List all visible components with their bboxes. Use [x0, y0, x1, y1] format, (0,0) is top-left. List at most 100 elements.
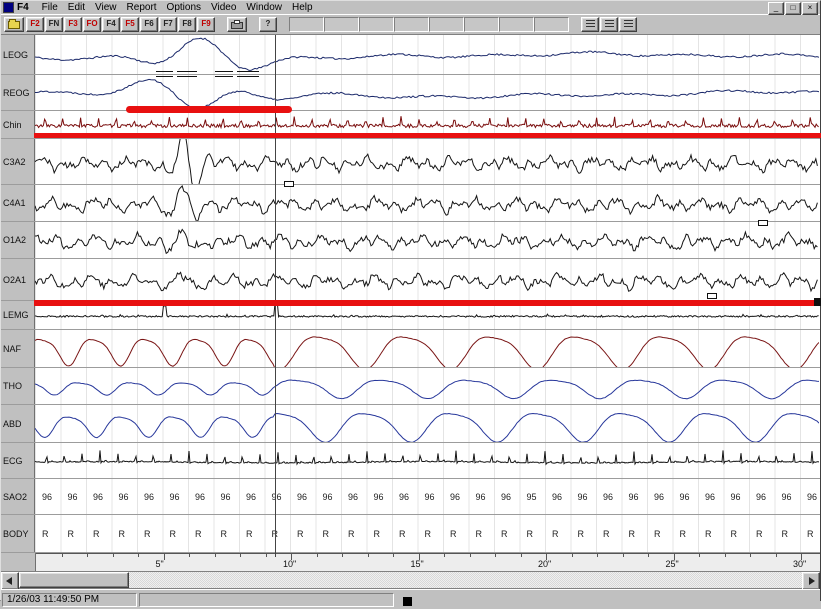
- help-button[interactable]: ?: [259, 17, 277, 32]
- view-button-3[interactable]: [619, 17, 637, 32]
- trace-body[interactable]: RRRRRRRRRRRRRRRRRRRRRRRRRRRRRRR: [35, 515, 820, 552]
- menu-edit[interactable]: Edit: [63, 2, 90, 13]
- close-button[interactable]: ×: [802, 2, 818, 15]
- toolbar-segment: [324, 17, 359, 32]
- channel-row-naf: NAF: [1, 330, 820, 368]
- fkey-button-f9[interactable]: F9: [197, 17, 215, 32]
- scrollbar-track[interactable]: [129, 572, 802, 588]
- trace-sao2[interactable]: 9696969696969696969696969696969696969695…: [35, 479, 820, 514]
- toolbar-segment: [394, 17, 429, 32]
- view-button-2[interactable]: [600, 17, 618, 32]
- sao2-value: 96: [374, 492, 384, 502]
- channel-label-reog: REOG: [1, 75, 35, 110]
- body-position-value: R: [170, 529, 177, 539]
- time-cursor[interactable]: [275, 35, 276, 557]
- sao2-value: 96: [782, 492, 792, 502]
- body-position-value: R: [807, 529, 814, 539]
- waveform-reog: [35, 75, 819, 110]
- trace-tho[interactable]: [35, 368, 820, 404]
- menu-help[interactable]: Help: [287, 2, 318, 13]
- sao2-value: 95: [527, 492, 537, 502]
- channel-row-sao2: SAO2969696969696969696969696969696969696…: [1, 479, 820, 515]
- trace-c4a1[interactable]: [35, 185, 820, 221]
- axis-tick-label: 10": [283, 559, 296, 569]
- channel-row-c3a2: C3A2: [1, 139, 820, 185]
- open-button[interactable]: [4, 17, 24, 32]
- scroll-left-button[interactable]: [1, 572, 19, 590]
- trace-c3a2[interactable]: [35, 139, 820, 184]
- time-axis: 5"10"15"20"25"30": [1, 553, 820, 572]
- fkey-button-f4[interactable]: F4: [102, 17, 120, 32]
- trace-ecg[interactable]: [35, 443, 820, 478]
- view-button-1[interactable]: [581, 17, 599, 32]
- trace-leog[interactable]: [35, 35, 820, 74]
- status-indicator: [403, 597, 412, 606]
- menu-report[interactable]: Report: [122, 2, 162, 13]
- scrollbar-thumb[interactable]: [19, 572, 129, 588]
- channel-label-o2a1: O2A1: [1, 259, 35, 300]
- body-position-value: R: [42, 529, 49, 539]
- channel-label-ecg: ECG: [1, 443, 35, 478]
- trace-o2a1[interactable]: [35, 259, 820, 300]
- trace-o1a2[interactable]: [35, 222, 820, 258]
- channel-row-c4a1: C4A1: [1, 185, 820, 222]
- sao2-value: 96: [552, 492, 562, 502]
- body-position-value: R: [527, 529, 534, 539]
- window-title: F4: [17, 2, 29, 13]
- scroll-right-button[interactable]: [802, 572, 820, 590]
- menu-items-slot: FileEditViewReportOptionsVideoWindowHelp: [37, 2, 318, 13]
- trace-reog[interactable]: [35, 75, 820, 110]
- body-position-value: R: [603, 529, 610, 539]
- channel-row-leog: LEOG: [1, 35, 820, 75]
- axis-tick: [189, 554, 190, 557]
- sao2-value: 96: [195, 492, 205, 502]
- window-controls: _ □ ×: [768, 2, 818, 15]
- trace-abd[interactable]: [35, 405, 820, 442]
- body-position-value: R: [348, 529, 355, 539]
- body-position-value: R: [246, 529, 253, 539]
- body-position-value: R: [476, 529, 483, 539]
- fkey-button-fo[interactable]: FO: [83, 17, 101, 32]
- menu-options[interactable]: Options: [162, 2, 206, 13]
- body-position-value: R: [578, 529, 585, 539]
- axis-tick-label: 30": [793, 559, 806, 569]
- toolbar-segment: [359, 17, 394, 32]
- menu-window[interactable]: Window: [241, 2, 287, 13]
- fkey-button-f6[interactable]: F6: [140, 17, 158, 32]
- minimize-button[interactable]: _: [768, 2, 784, 15]
- axis-tick: [623, 554, 624, 557]
- blank-segments: [289, 17, 569, 32]
- toolbar-segment: [534, 17, 569, 32]
- fkey-button-f3[interactable]: F3: [64, 17, 82, 32]
- sao2-value: 96: [272, 492, 282, 502]
- event-marker-small: [707, 293, 717, 299]
- fkey-button-f7[interactable]: F7: [159, 17, 177, 32]
- sao2-value: 96: [246, 492, 256, 502]
- toolbar: F2FNF3FOF4F5F6F7F8F9 ?: [1, 14, 820, 35]
- waveform-o2a1: [35, 259, 819, 300]
- sao2-value: 96: [42, 492, 52, 502]
- sao2-value: 96: [425, 492, 435, 502]
- fkey-button-f2[interactable]: F2: [26, 17, 44, 32]
- body-position-value: R: [552, 529, 559, 539]
- printer-icon: [231, 22, 243, 29]
- menu-view[interactable]: View: [90, 2, 122, 13]
- event-marker-small: [284, 181, 294, 187]
- fkey-button-f5[interactable]: F5: [121, 17, 139, 32]
- sao2-value: 96: [731, 492, 741, 502]
- axis-tick-label: 15": [411, 559, 424, 569]
- event-marker: [177, 71, 197, 77]
- fkey-button-fn[interactable]: FN: [45, 17, 63, 32]
- sao2-value: 96: [680, 492, 690, 502]
- channel-label-sao2: SAO2: [1, 479, 35, 514]
- body-position-value: R: [450, 529, 457, 539]
- maximize-button[interactable]: □: [785, 2, 801, 15]
- toolbar-segment: [289, 17, 324, 32]
- menu-video[interactable]: Video: [206, 2, 241, 13]
- menu-file[interactable]: File: [37, 2, 63, 13]
- print-button[interactable]: [227, 17, 247, 32]
- fkey-button-f8[interactable]: F8: [178, 17, 196, 32]
- axis-tick: [495, 554, 496, 557]
- event-marker: [237, 71, 259, 77]
- trace-naf[interactable]: [35, 330, 820, 367]
